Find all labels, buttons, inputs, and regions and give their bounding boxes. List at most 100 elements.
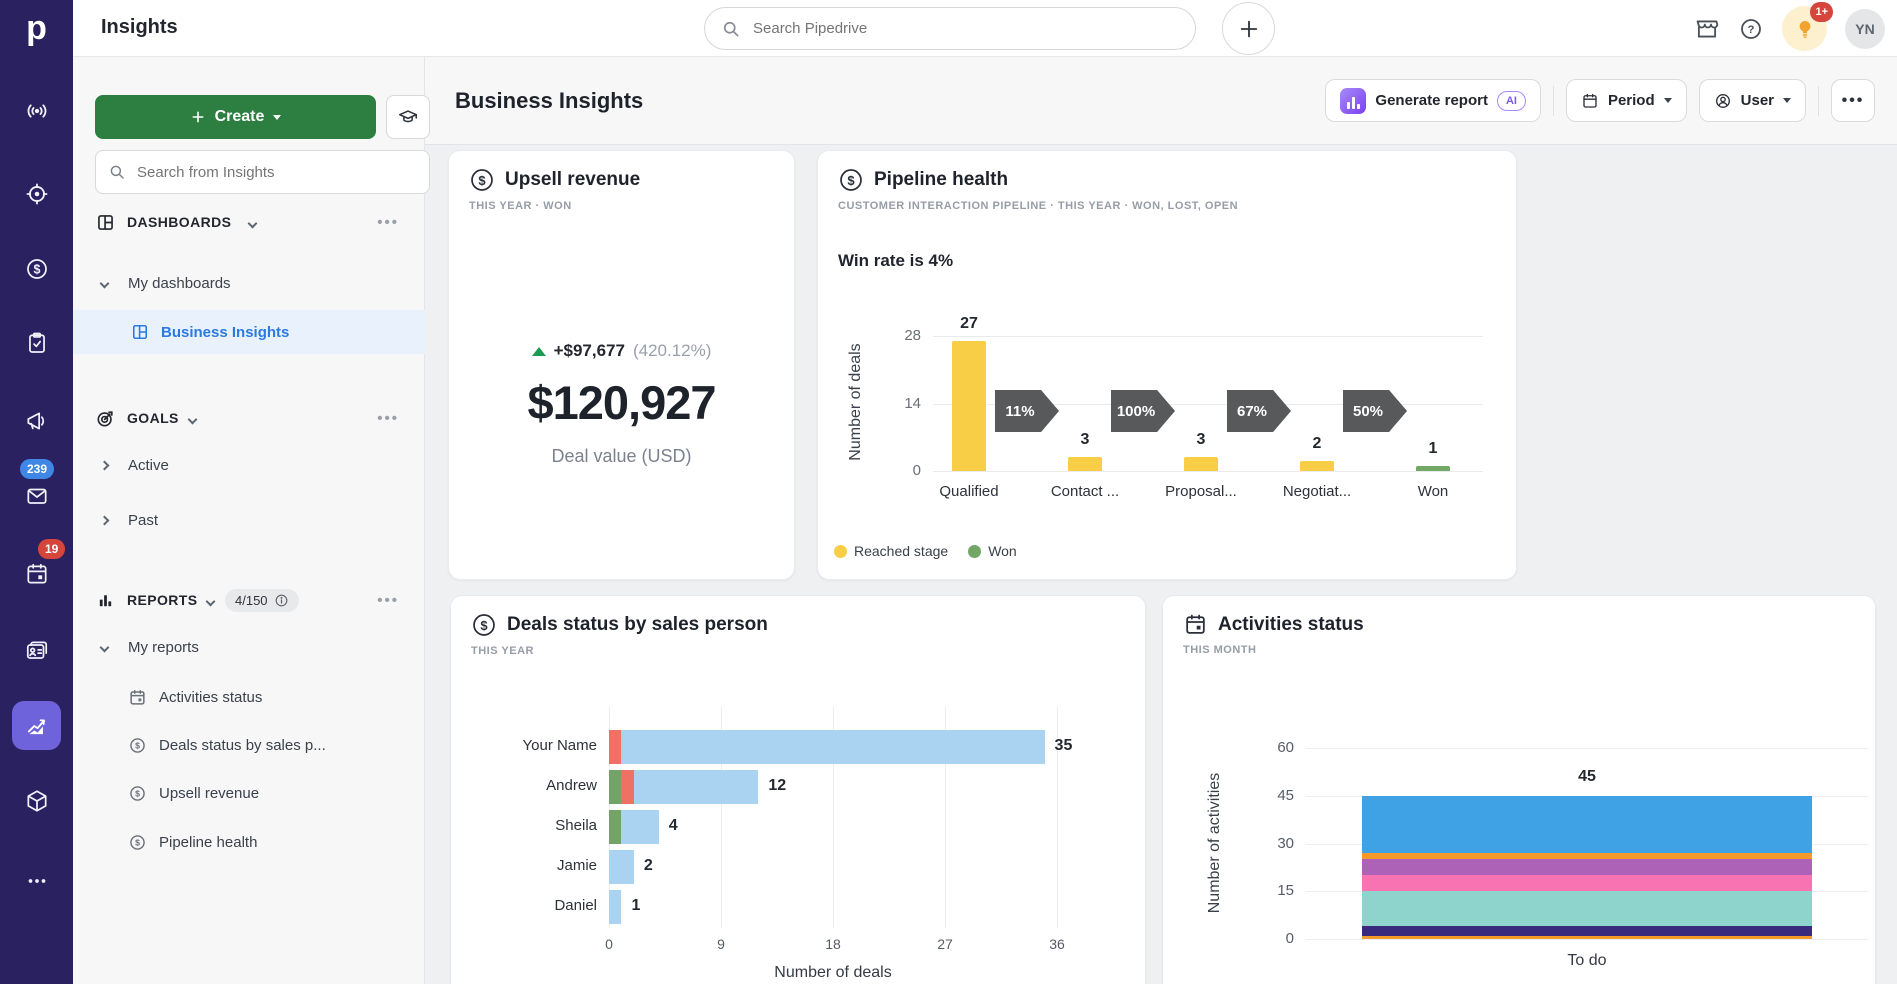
hbar-total-label: 1 [631,897,640,915]
chevron-down-icon [1783,98,1791,103]
insights-icon[interactable] [12,701,61,750]
whats-new-button[interactable]: 1+ [1782,6,1827,51]
chevron-down-icon [100,642,110,652]
prospector-icon[interactable] [12,86,61,135]
calendar-icon[interactable]: 19 [12,549,61,598]
sidebar-section-dashboards[interactable]: DASHBOARDS ••• [73,210,425,234]
contacts-icon[interactable] [12,626,61,675]
card-title[interactable]: Upsell revenue [505,169,640,191]
sidebar-item-goals-active[interactable]: Active [73,453,425,477]
stack-segment[interactable] [1362,875,1812,891]
funnel-bar[interactable] [1416,466,1450,471]
hbar-segment-won[interactable] [609,770,621,804]
svg-text:$: $ [478,173,486,188]
help-icon[interactable]: ? [1738,16,1764,42]
funnel-bar[interactable] [952,341,986,471]
sidebar-item-deals-status[interactable]: $ Deals status by sales p... [73,733,425,757]
hbar-xtick-label: 9 [699,936,743,952]
global-search-input[interactable] [751,19,1179,38]
chevron-down-icon [249,214,256,230]
stack-segment[interactable] [1362,796,1812,853]
legend-item[interactable]: Won [968,543,1017,559]
dashboards-more-button[interactable]: ••• [377,214,399,231]
goals-target-icon [95,408,116,429]
stack-segment[interactable] [1362,853,1812,859]
hbar-segment-lost[interactable] [609,730,621,764]
marketplace-icon[interactable] [1694,16,1720,42]
sidebar-group-my-dashboards[interactable]: My dashboards [73,271,425,295]
products-cube-icon[interactable] [12,776,61,825]
hbar-segment-open[interactable] [621,730,1044,764]
hbar-segment-open[interactable] [609,890,621,924]
global-search[interactable] [704,7,1196,50]
sidebar-item-label: Business Insights [161,324,289,341]
funnel-gridline [933,471,1483,472]
bar-chart-icon [95,590,116,611]
create-button[interactable]: Create [95,95,376,139]
user-filter-button[interactable]: User [1699,79,1806,122]
quick-add-button[interactable] [1222,2,1275,55]
legend-label: Won [988,543,1017,559]
card-title[interactable]: Activities status [1218,614,1364,636]
funnel-ytick-label: 14 [879,395,921,412]
svg-text:$: $ [135,788,140,798]
sidebar-section-reports[interactable]: REPORTS 4/150 ••• [73,588,425,612]
hbar-segment-open[interactable] [634,770,758,804]
sidebar-item-pipeline-health[interactable]: $ Pipeline health [73,830,425,854]
dashboard-grid-icon [130,322,150,342]
svg-text:$: $ [33,262,40,276]
sidebar-group-my-reports[interactable]: My reports [73,635,425,659]
generate-report-button[interactable]: Generate report AI [1325,79,1541,122]
sidebar-item-goals-past[interactable]: Past [73,508,425,532]
learn-button[interactable] [386,95,430,139]
stack-segment[interactable] [1362,926,1812,936]
insights-search-input[interactable] [135,163,417,182]
stack-segment[interactable] [1362,936,1812,939]
card-filters: THIS YEAR [471,645,1125,657]
user-label: User [1741,92,1774,109]
hbar-segment-won[interactable] [609,810,621,844]
hbar-segment-open[interactable] [609,850,634,884]
hbar-segment-lost[interactable] [621,770,633,804]
goals-more-button[interactable]: ••• [377,410,399,427]
sidebar-section-goals[interactable]: GOALS ••• [73,406,425,430]
deals-icon[interactable]: $ [12,244,61,293]
pipedrive-logo[interactable]: p [0,0,73,57]
period-filter-button[interactable]: Period [1566,79,1687,122]
funnel-bar[interactable] [1068,457,1102,471]
hbar-segment-open[interactable] [621,810,658,844]
stack-y-axis-label: Number of activities [1206,733,1224,953]
user-avatar[interactable]: YN [1845,9,1885,49]
funnel-bar-value: 3 [1055,431,1115,449]
svg-text:?: ? [1748,24,1755,36]
more-apps-icon[interactable] [12,856,61,905]
funnel-bar[interactable] [1300,461,1334,471]
sidebar-item-label: Upsell revenue [159,785,259,802]
sidebar-item-business-insights[interactable]: Business Insights [73,310,425,354]
delta-value: +$97,677 [554,341,625,361]
sidebar-item-upsell-revenue[interactable]: $ Upsell revenue [73,781,425,805]
projects-clipboard-icon[interactable] [12,318,61,367]
funnel-bar[interactable] [1184,457,1218,471]
card-title[interactable]: Pipeline health [874,169,1008,191]
stack-gridline [1306,939,1868,940]
stack-segment[interactable] [1362,891,1812,926]
user-icon [1714,92,1732,110]
leads-target-icon[interactable] [12,169,61,218]
insights-search[interactable] [95,150,430,194]
mail-icon[interactable]: 239 [12,471,61,520]
stack-segment[interactable] [1362,859,1812,875]
legend-item[interactable]: Reached stage [834,543,948,559]
hbar-xtick-label: 0 [587,936,631,952]
dashboard-more-button[interactable]: ••• [1831,79,1875,122]
reports-more-button[interactable]: ••• [377,592,399,609]
pipeline-health-card: $ Pipeline health CUSTOMER INTERACTION P… [817,150,1517,580]
campaigns-megaphone-icon[interactable] [12,396,61,445]
sidebar-item-label: Pipeline health [159,834,257,851]
calendar-count-badge: 19 [38,539,65,559]
card-title[interactable]: Deals status by sales person [507,614,768,636]
card-filters: CUSTOMER INTERACTION PIPELINE · THIS YEA… [838,200,1496,212]
sidebar-item-activities-status[interactable]: Activities status [73,685,425,709]
svg-text:$: $ [847,173,855,188]
info-icon[interactable] [274,593,289,608]
